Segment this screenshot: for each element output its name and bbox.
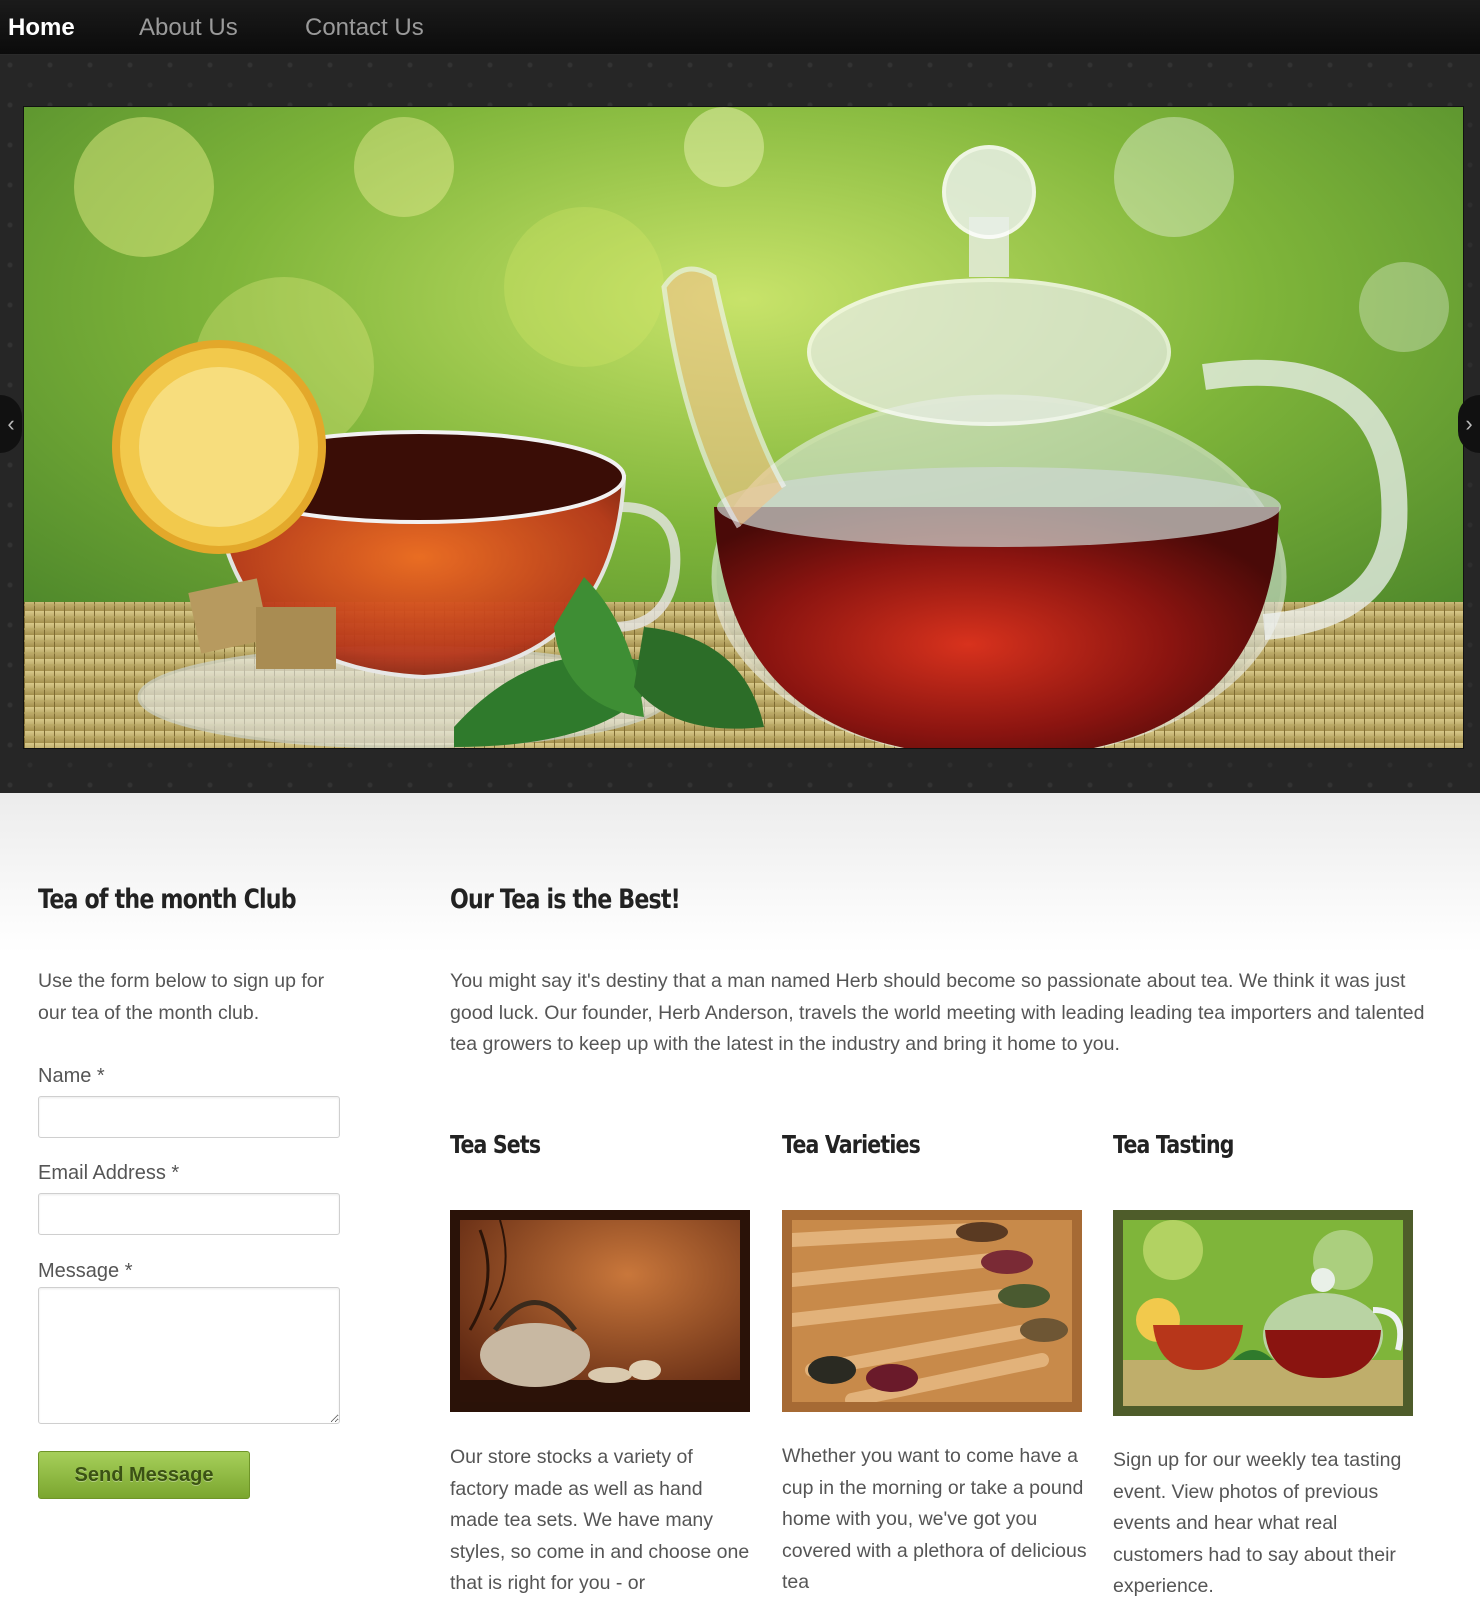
- feature-title-tea-tasting: Tea Tasting: [1113, 1130, 1234, 1159]
- feature-title-tea-sets: Tea Sets: [450, 1130, 541, 1159]
- club-title: Tea of the month Club: [38, 884, 297, 915]
- tea-spoons-photo: [792, 1220, 1072, 1402]
- club-intro: Use the form below to sign up for our te…: [38, 970, 325, 1024]
- teapot-photo: [24, 107, 1463, 748]
- tea-sets-image[interactable]: [450, 1210, 750, 1412]
- iron-teapot-photo: [460, 1220, 740, 1402]
- message-textarea[interactable]: [38, 1287, 340, 1424]
- feature-text-tea-varieties: Whether you want to come have a cup in t…: [782, 1445, 1087, 1593]
- name-label: Name *: [38, 1065, 105, 1087]
- content-background: [0, 793, 1480, 953]
- teapot-small-photo: [1123, 1220, 1403, 1406]
- hero-slider: ‹ ›: [0, 55, 1480, 793]
- top-navbar: Home About Us Contact Us: [0, 0, 1480, 55]
- slider-prev-arrow[interactable]: ‹: [0, 395, 22, 453]
- feature-title-tea-varieties: Tea Varieties: [782, 1130, 921, 1159]
- email-label: Email Address *: [38, 1162, 180, 1184]
- feature-text-tea-tasting: Sign up for our weekly tea tasting event…: [1113, 1449, 1402, 1597]
- email-input[interactable]: [38, 1193, 340, 1235]
- message-label: Message *: [38, 1260, 133, 1282]
- feature-text-tea-sets: Our store stocks a variety of factory ma…: [450, 1446, 750, 1594]
- tea-tasting-image[interactable]: [1113, 1210, 1413, 1416]
- nav-home[interactable]: Home: [8, 14, 75, 42]
- nav-contact-us[interactable]: Contact Us: [305, 14, 424, 42]
- name-input[interactable]: [38, 1096, 340, 1138]
- about-title: Our Tea is the Best!: [450, 884, 681, 915]
- about-body: You might say it's destiny that a man na…: [450, 970, 1425, 1055]
- tea-varieties-image[interactable]: [782, 1210, 1082, 1412]
- send-message-button[interactable]: Send Message: [38, 1451, 250, 1499]
- nav-about-us[interactable]: About Us: [139, 14, 238, 42]
- hero-image: [23, 106, 1464, 749]
